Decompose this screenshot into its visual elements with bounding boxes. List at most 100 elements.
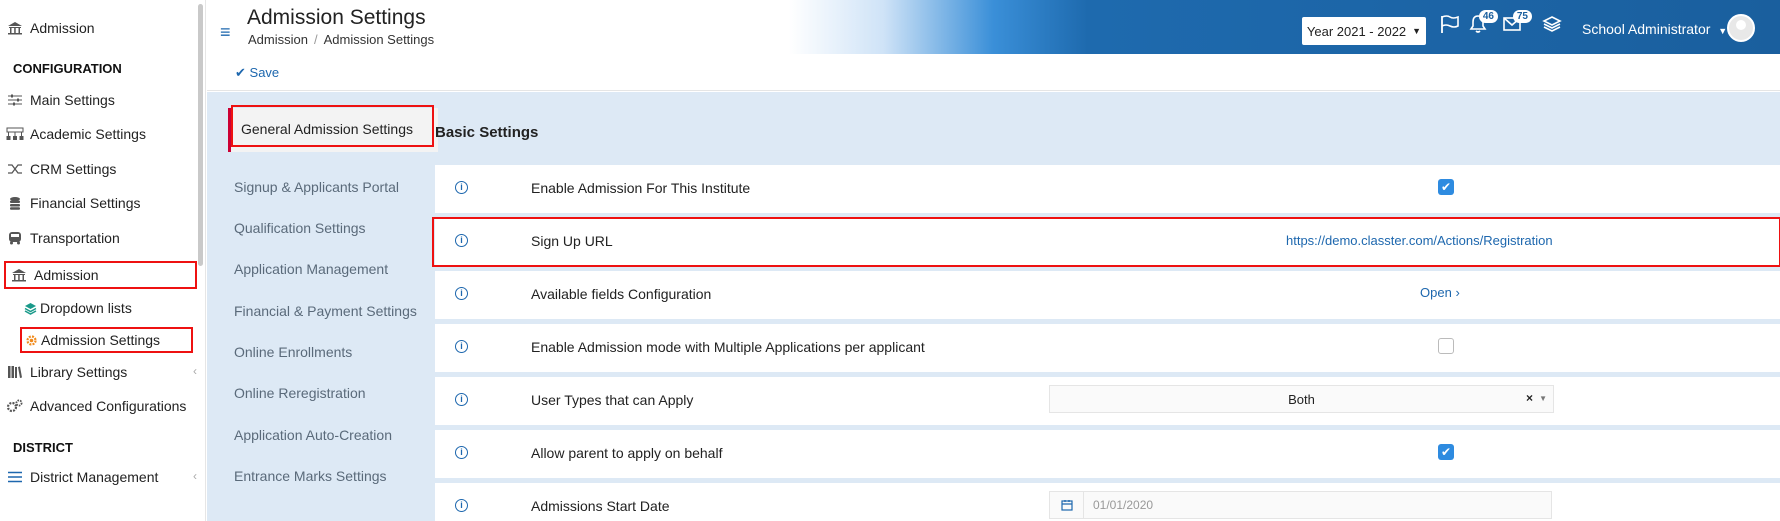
envelope-icon[interactable]: 75 — [1502, 10, 1532, 40]
sidebar-item-admission[interactable]: Admission — [10, 261, 99, 289]
setting-row: i Allow parent to apply on behalf ✔ — [435, 430, 1780, 478]
settings-subnav: General Admission Settings Signup & Appl… — [215, 92, 438, 521]
sidebar-item-label: Admission Settings — [41, 332, 161, 348]
bank-icon — [10, 267, 28, 283]
sidebar-item-label: Transportation — [30, 230, 120, 246]
info-icon[interactable]: i — [455, 499, 468, 512]
user-types-select[interactable]: Both × ▼ — [1049, 385, 1554, 413]
flag-icon[interactable] — [1439, 14, 1459, 40]
subnav-item-financial-payment-settings[interactable]: Financial & Payment Settings — [234, 303, 417, 319]
open-label: Open — [1420, 285, 1452, 300]
sidebar-item-admission-settings[interactable]: Admission Settings — [24, 326, 160, 354]
user-menu[interactable]: School Administrator ▼ — [1582, 21, 1727, 37]
bus-icon — [6, 230, 24, 246]
hamburger-menu-icon[interactable]: ≡ — [220, 22, 231, 43]
books-icon — [6, 364, 24, 380]
highlight-signup-url — [432, 217, 1780, 267]
bank-icon — [6, 20, 24, 36]
setting-row: i Enable Admission mode with Multiple Ap… — [435, 324, 1780, 372]
stack-icon[interactable] — [1542, 14, 1562, 40]
info-icon[interactable]: i — [455, 287, 468, 300]
subnav-item-qualification-settings[interactable]: Qualification Settings — [234, 220, 366, 236]
sidebar-item-advanced-configurations[interactable]: Advanced Configurations — [6, 392, 186, 420]
subnav-item-application-management[interactable]: Application Management — [234, 261, 388, 277]
setting-row: i Admissions Start Date 01/01/2020 — [435, 483, 1780, 521]
layers-icon — [23, 300, 37, 316]
sidebar-item-academic-settings[interactable]: Academic Settings — [6, 120, 146, 148]
sidebar-item-admission-top[interactable]: Admission — [6, 14, 95, 42]
bell-icon[interactable]: 46 — [1468, 10, 1498, 40]
info-icon[interactable]: i — [455, 340, 468, 353]
caret-down-icon: ▼ — [1718, 26, 1728, 36]
sidebar-item-main-settings[interactable]: Main Settings — [6, 86, 115, 114]
caret-down-icon: ▼ — [1412, 26, 1422, 36]
date-value: 01/01/2020 — [1093, 498, 1154, 512]
breadcrumb-separator: / — [313, 32, 318, 47]
setting-row: i Enable Admission For This Institute ✔ — [435, 165, 1780, 213]
info-icon[interactable]: i — [455, 393, 468, 406]
multiple-applications-checkbox[interactable] — [1438, 338, 1454, 354]
sidebar-item-label: Advanced Configurations — [30, 398, 187, 414]
setting-label: Enable Admission mode with Multiple Appl… — [531, 339, 925, 355]
sidebar-item-label: CRM Settings — [30, 161, 117, 177]
save-button[interactable]: ✔ Save — [235, 65, 279, 81]
user-types-value: Both — [1288, 392, 1315, 407]
caret-down-icon: ▼ — [1539, 394, 1547, 403]
toolbar: ✔ Save — [207, 55, 1780, 91]
breadcrumb: Admission / Admission Settings — [248, 32, 434, 47]
calendar-icon[interactable] — [1050, 492, 1084, 518]
breadcrumb-item[interactable]: Admission — [248, 32, 308, 47]
sidebar-item-label: District Management — [30, 469, 159, 485]
sidebar: Admission CONFIGURATION Main Settings Ac… — [0, 0, 206, 521]
sidebar-item-dropdown-lists[interactable]: Dropdown lists — [23, 294, 132, 322]
sliders-icon — [6, 92, 24, 108]
setting-row: i User Types that can Apply Both × ▼ — [435, 377, 1780, 425]
content-area: General Admission Settings Signup & Appl… — [207, 92, 1780, 521]
sidebar-item-library-settings[interactable]: Library Settings — [6, 358, 127, 386]
list-icon — [6, 469, 24, 485]
highlight-general-settings — [231, 105, 434, 147]
top-header: ≡ Admission Settings Admission / Admission… — [207, 0, 1780, 54]
sidebar-item-financial-settings[interactable]: Financial Settings — [6, 189, 141, 217]
coins-icon — [6, 195, 24, 211]
chevron-left-icon: ‹ — [193, 364, 197, 378]
sidebar-item-transportation[interactable]: Transportation — [6, 224, 120, 252]
sidebar-item-district-management[interactable]: District Management — [6, 463, 158, 491]
sidebar-item-label: Financial Settings — [30, 195, 141, 211]
gears-icon — [6, 398, 24, 414]
parent-apply-checkbox[interactable]: ✔ — [1438, 444, 1454, 460]
setting-label: Allow parent to apply on behalf — [531, 445, 723, 461]
sidebar-item-crm-settings[interactable]: CRM Settings — [6, 155, 116, 183]
year-select-value: Year 2021 - 2022 — [1306, 23, 1407, 39]
messages-badge: 75 — [1512, 10, 1532, 23]
check-icon: ✔ — [235, 65, 246, 80]
subnav-item-application-auto-creation[interactable]: Application Auto-Creation — [234, 427, 392, 443]
chevron-right-icon: › — [1455, 285, 1460, 300]
subnav-item-entrance-marks-settings[interactable]: Entrance Marks Settings — [234, 468, 387, 484]
gear-icon — [24, 332, 38, 348]
enable-admission-checkbox[interactable]: ✔ — [1438, 179, 1454, 195]
admissions-start-date-input[interactable]: 01/01/2020 — [1049, 491, 1552, 519]
avatar[interactable] — [1727, 14, 1755, 42]
setting-label: Admissions Start Date — [531, 498, 670, 514]
config-heading: CONFIGURATION — [13, 61, 122, 76]
user-name: School Administrator — [1582, 21, 1711, 37]
setting-label: Enable Admission For This Institute — [531, 180, 751, 196]
clear-icon[interactable]: × — [1526, 391, 1533, 405]
subnav-item-online-enrollments[interactable]: Online Enrollments — [234, 344, 352, 360]
sidebar-item-label: Library Settings — [30, 364, 128, 380]
sidebar-scrollbar[interactable] — [198, 4, 203, 266]
setting-label: Available fields Configuration — [531, 286, 712, 302]
info-icon[interactable]: i — [455, 446, 468, 459]
open-fields-link[interactable]: Open › — [1420, 285, 1460, 300]
setting-row: i Available fields Configuration Open › — [435, 271, 1780, 319]
info-icon[interactable]: i — [455, 181, 468, 194]
page-title: Admission Settings — [247, 6, 426, 29]
year-select[interactable]: Year 2021 - 2022 ▼ — [1302, 17, 1426, 45]
subnav-item-online-reregistration[interactable]: Online Reregistration — [234, 385, 366, 401]
org-chart-icon — [6, 126, 24, 142]
sidebar-item-label: Academic Settings — [30, 126, 146, 142]
setting-label: User Types that can Apply — [531, 392, 694, 408]
subnav-item-signup-portal[interactable]: Signup & Applicants Portal — [234, 179, 399, 195]
chevron-left-icon: ‹ — [193, 469, 197, 483]
